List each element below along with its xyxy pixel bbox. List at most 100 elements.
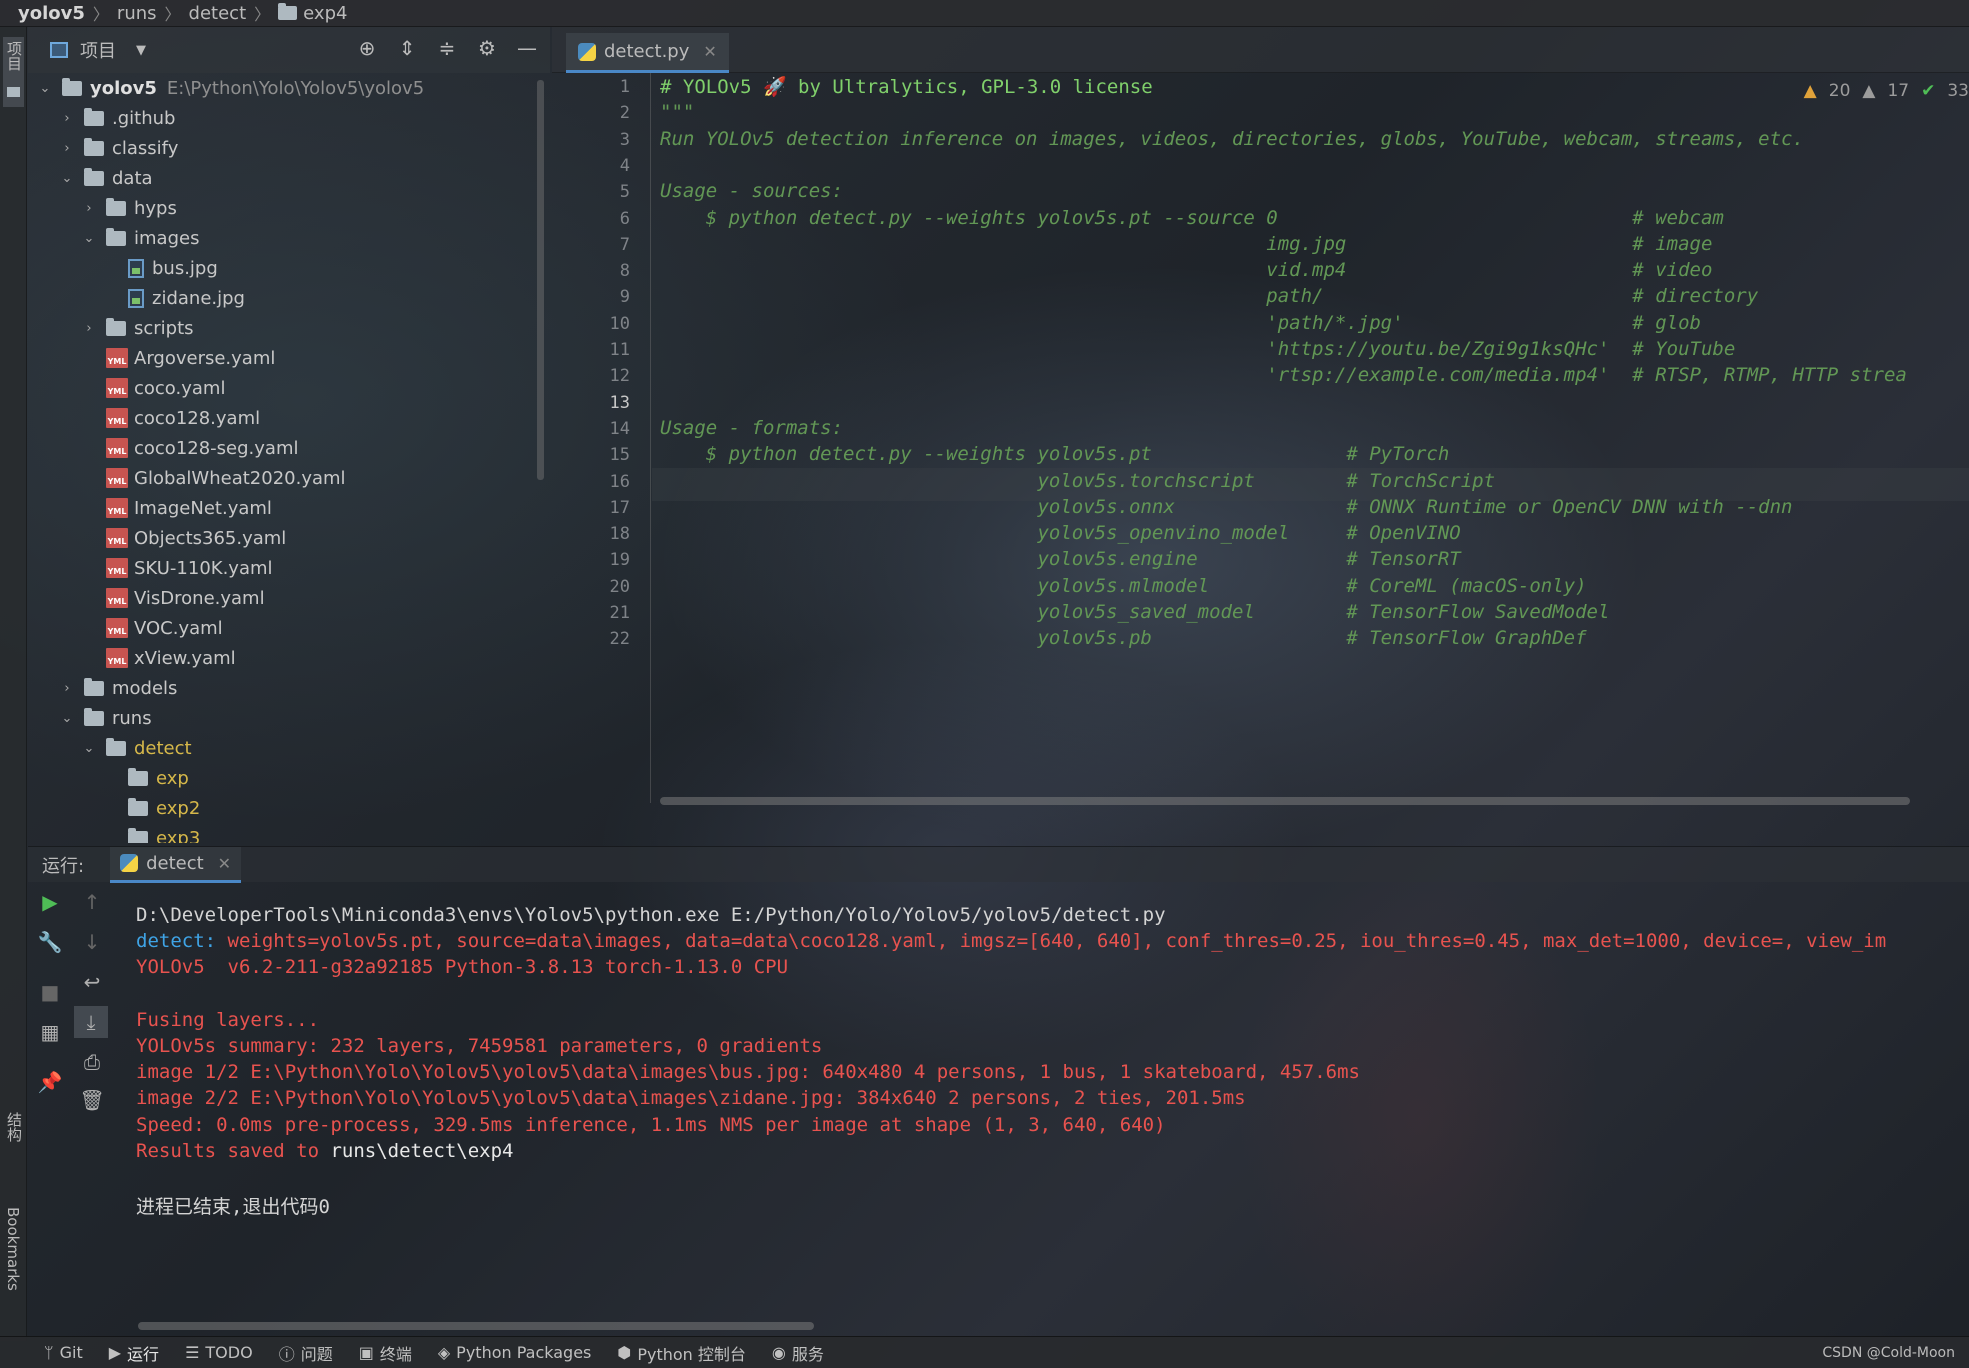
chevron-down-icon[interactable]: ▼ <box>136 43 146 58</box>
tree-item-folder[interactable]: ›exp <box>28 763 550 793</box>
statusbar-item[interactable]: ▶ 运行 <box>109 1341 159 1365</box>
tree-item-image[interactable]: ›zidane.jpg <box>28 283 550 313</box>
console-line[interactable]: YOLOv5s summary: 232 layers, 7459581 par… <box>136 1035 822 1057</box>
chevron-right-icon[interactable]: › <box>60 141 74 156</box>
code-line[interactable]: $ python detect.py --weights yolov5s.pt … <box>660 443 1450 465</box>
project-tool-label[interactable]: 项目 <box>4 41 25 71</box>
soft-wrap-icon[interactable]: ↩ <box>80 970 104 994</box>
tree-item-yaml[interactable]: ›YMLVOC.yaml <box>28 613 550 643</box>
bookmarks-tool-label[interactable]: Bookmarks <box>4 1207 22 1291</box>
stop-icon[interactable]: ■ <box>38 980 62 1004</box>
code-editor[interactable]: 1 2 3 4 5 6 7 8 9 10 11 12 13 14 15 16 17 18 19 20 21 22 # YO… <box>552 73 1969 805</box>
tree-item-folder[interactable]: ⌄ runs <box>28 703 550 733</box>
tree-item-yaml[interactable]: ›YMLVisDrone.yaml <box>28 583 550 613</box>
breadcrumb-item[interactable]: exp4 <box>303 3 347 24</box>
tree-item-folder[interactable]: ›exp3 <box>28 823 550 843</box>
tree-item-folder[interactable]: › models <box>28 673 550 703</box>
console-line[interactable]: D:\DeveloperTools\Miniconda3\envs\Yolov5… <box>136 904 1166 926</box>
chevron-down-icon[interactable]: ⌄ <box>60 171 74 186</box>
statusbar-item[interactable]: ᛘ Git <box>44 1343 83 1362</box>
arrow-down-icon[interactable]: ↓ <box>80 930 104 954</box>
locate-file-icon[interactable]: ⊕ <box>356 37 378 59</box>
pin-icon[interactable]: 📌 <box>38 1070 63 1094</box>
tree-item-folder[interactable]: ⌄ images <box>28 223 550 253</box>
statusbar-item[interactable]: ▣ 终端 <box>359 1341 412 1365</box>
console-horizontal-scrollbar[interactable] <box>138 1322 814 1330</box>
tree-item-folder[interactable]: ⌄ data <box>28 163 550 193</box>
console-line[interactable]: detect: weights=yolov5s.pt, source=data\… <box>136 930 1886 952</box>
code-line[interactable]: vid.mp4 # video <box>660 259 1712 281</box>
tree-item-folder[interactable]: › classify <box>28 133 550 163</box>
tree-item-folder[interactable]: ›exp2 <box>28 793 550 823</box>
tree-item-yaml[interactable]: ›YMLxView.yaml <box>28 643 550 673</box>
tree-item-yaml[interactable]: ›YMLGlobalWheat2020.yaml <box>28 463 550 493</box>
structure-tool-label[interactable]: 结构 <box>4 1112 25 1142</box>
statusbar-item[interactable]: ☰ TODO <box>185 1343 253 1362</box>
wrench-icon[interactable]: 🔧 <box>38 930 63 954</box>
code-line[interactable]: 'rtsp://example.com/media.mp4' # RTSP, R… <box>660 364 1907 386</box>
breadcrumb-item[interactable]: yolov5 <box>18 3 85 24</box>
breadcrumb-item[interactable]: detect <box>189 3 247 24</box>
chevron-right-icon[interactable]: › <box>60 111 74 126</box>
code-line[interactable]: """ <box>660 101 694 123</box>
code-line[interactable]: Usage - sources: <box>660 180 843 202</box>
code-line[interactable]: 'https://youtu.be/Zgi9g1ksQHc' # YouTube <box>660 338 1735 360</box>
statusbar-item[interactable]: ⬢ Python 控制台 <box>617 1341 746 1365</box>
collapse-all-icon[interactable]: ≑ <box>436 37 458 59</box>
tree-item-folder[interactable]: › .github <box>28 103 550 133</box>
code-line[interactable]: yolov5s.onnx # ONNX Runtime or OpenCV DN… <box>660 496 1792 518</box>
code-line[interactable]: yolov5s.mlmodel # CoreML (macOS-only) <box>660 575 1586 597</box>
close-icon[interactable]: ✕ <box>218 854 231 873</box>
code-line[interactable]: $ python detect.py --weights yolov5s.pt … <box>660 207 1724 229</box>
code-line[interactable]: yolov5s.torchscript # TorchScript <box>660 470 1495 492</box>
code-line[interactable]: # YOLOv5 🚀 by Ultralytics, GPL-3.0 licen… <box>660 75 1153 98</box>
tree-item-yaml[interactable]: ›YMLObjects365.yaml <box>28 523 550 553</box>
code-line[interactable]: path/ # directory <box>660 285 1758 307</box>
inspection-widget[interactable]: ▲ 20 ▲ 17 ✔ 33 <box>1804 81 1969 101</box>
console-line[interactable]: image 1/2 E:\Python\Yolo\Yolov5\yolov5\d… <box>136 1061 1360 1083</box>
tab-detect-py[interactable]: detect.py ✕ <box>566 33 729 73</box>
tree-item-folder[interactable]: ⌄ yolov5 E:\Python\Yolo\Yolov5\yolov5 <box>28 73 550 103</box>
chevron-down-icon[interactable]: ⌄ <box>82 741 96 756</box>
code-line[interactable]: yolov5s.engine # TensorRT <box>660 548 1460 570</box>
console-line[interactable]: YOLOv5 v6.2-211-g32a92185 Python-3.8.13 … <box>136 956 788 978</box>
console-line[interactable]: Fusing layers... <box>136 1009 319 1031</box>
statusbar-item[interactable]: ⓘ 问题 <box>279 1341 333 1365</box>
minimize-icon[interactable]: — <box>516 37 538 59</box>
console-line[interactable]: Speed: 0.0ms pre-process, 329.5ms infere… <box>136 1114 1166 1136</box>
code-line[interactable]: Usage - formats: <box>660 417 843 439</box>
statusbar-item[interactable]: ◈ Python Packages <box>438 1343 592 1362</box>
console-line[interactable]: image 2/2 E:\Python\Yolo\Yolov5\yolov5\d… <box>136 1087 1246 1109</box>
chevron-down-icon[interactable]: ⌄ <box>60 711 74 726</box>
code-line[interactable]: yolov5s_openvino_model # OpenVINO <box>660 522 1460 544</box>
code-line[interactable]: yolov5s.pb # TensorFlow GraphDef <box>660 627 1586 649</box>
print-icon[interactable]: ⎙ <box>80 1050 104 1074</box>
tree-item-folder[interactable]: › hyps <box>28 193 550 223</box>
tree-item-yaml[interactable]: ›YMLcoco128-seg.yaml <box>28 433 550 463</box>
chevron-down-icon[interactable]: ⌄ <box>82 231 96 246</box>
arrow-up-icon[interactable]: ↑ <box>80 890 104 914</box>
code-line[interactable]: 'path/*.jpg' # glob <box>660 312 1701 334</box>
layout-icon[interactable]: ▦ <box>38 1020 62 1044</box>
close-icon[interactable]: ✕ <box>703 42 716 61</box>
breadcrumb-item[interactable]: runs <box>117 3 157 24</box>
gear-icon[interactable]: ⚙ <box>476 37 498 59</box>
scroll-to-end-icon[interactable]: ⤓ <box>74 1006 108 1038</box>
trash-icon[interactable]: 🗑 <box>79 1088 104 1112</box>
run-console[interactable]: D:\DeveloperTools\Miniconda3\envs\Yolov5… <box>124 882 1969 1332</box>
tree-scrollbar[interactable] <box>537 80 544 480</box>
tree-item-folder[interactable]: ⌄ detect <box>28 733 550 763</box>
code-line[interactable]: yolov5s_saved_model # TensorFlow SavedMo… <box>660 601 1609 623</box>
tree-item-yaml[interactable]: ›YMLcoco128.yaml <box>28 403 550 433</box>
run-tab-detect[interactable]: detect ✕ <box>110 846 242 883</box>
tree-item-yaml[interactable]: ›YMLcoco.yaml <box>28 373 550 403</box>
tree-item-image[interactable]: ›bus.jpg <box>28 253 550 283</box>
editor-horizontal-scrollbar[interactable] <box>660 797 1910 805</box>
statusbar-item[interactable]: ◉ 服务 <box>772 1341 824 1365</box>
project-panel-title[interactable]: 项目 <box>80 37 116 63</box>
code-line[interactable]: img.jpg # image <box>660 233 1712 255</box>
chevron-down-icon[interactable]: ⌄ <box>38 81 52 96</box>
chevron-right-icon[interactable]: › <box>60 681 74 696</box>
tree-item-folder[interactable]: › scripts <box>28 313 550 343</box>
expand-all-icon[interactable]: ⇕ <box>396 37 418 59</box>
